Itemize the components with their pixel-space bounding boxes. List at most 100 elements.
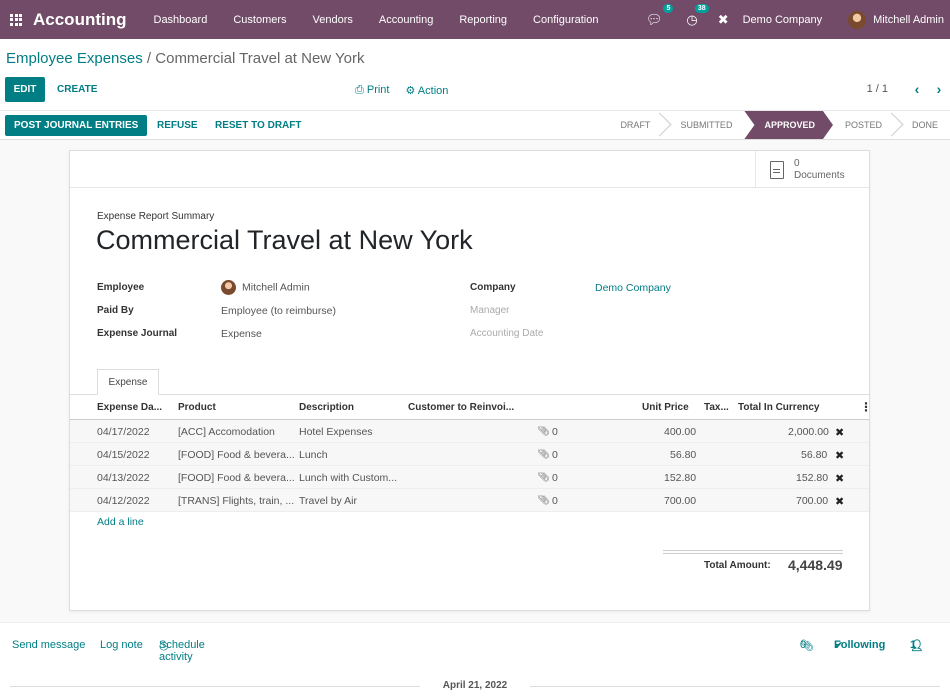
reset-to-draft-button[interactable]: RESET TO DRAFT [215,120,301,131]
chat-icon: 💬︎ [645,11,663,27]
menu-vendors[interactable]: Vendors [300,14,366,26]
table-row[interactable]: 04/13/2022 [FOOD] Food & bevera... Lunch… [70,466,869,489]
employee-value: Mitchell Admin [242,281,310,294]
delete-row-icon[interactable]: ✖ [835,426,844,439]
add-line-link[interactable]: Add a line [97,516,144,528]
chevron-right-icon[interactable]: › [928,82,950,96]
documents-count: 0 [794,157,800,169]
col-description[interactable]: Description [299,402,354,413]
breadcrumb-parent[interactable]: Employee Expenses [6,50,143,67]
user-menu[interactable]: Mitchell Admin [848,10,944,29]
activities-button[interactable]: ◷ 38 [686,3,709,28]
pager: 1 / 1 ‹ › [867,82,950,96]
row-product: [FOOD] Food & bevera... [178,449,295,461]
print-label: Print [366,84,390,96]
menu-customers[interactable]: Customers [220,14,299,26]
paperclip-icon[interactable]: 📎︎ [537,472,550,483]
stage-draft[interactable]: DRAFT [608,111,662,139]
breadcrumb-current: Commercial Travel at New York [155,50,365,67]
expense-journal-field[interactable]: Expense [221,328,262,340]
row-total: 700.00 [796,495,829,507]
edit-button[interactable]: EDIT [5,77,45,102]
schedule-activity-label: Schedule activity [159,639,205,663]
paid-by-field[interactable]: Employee (to reimburse) [221,305,336,317]
table-row[interactable]: 04/17/2022 [ACC] Accomodation Hotel Expe… [70,420,869,443]
employee-field[interactable]: Mitchell Admin [221,280,310,295]
stage-done[interactable]: DONE [894,111,950,139]
status-bar: POST JOURNAL ENTRIES REFUSE RESET TO DRA… [0,111,950,140]
row-attachments: 0 [552,495,558,507]
post-journal-entries-button[interactable]: POST JOURNAL ENTRIES [5,115,148,136]
table-row[interactable]: 04/15/2022 [FOOD] Food & bevera... Lunch… [70,443,869,466]
action-label: Action [417,85,449,97]
button-box: 0 Documents [70,151,869,188]
menu-dashboard[interactable]: Dashboard [141,14,221,26]
chevron-left-icon[interactable]: ‹ [906,82,928,96]
clock-icon: ◷ [686,11,698,27]
row-description: Travel by Air [299,495,357,507]
print-button[interactable]: ⎙ Print [355,84,389,97]
menu-accounting[interactable]: Accounting [366,14,446,26]
record-title[interactable]: Commercial Travel at New York [96,225,473,256]
summary-label: Expense Report Summary [97,211,215,222]
col-unit-price[interactable]: Unit Price [642,402,689,413]
manager-label: Manager [470,305,510,316]
col-customer-reinvoice[interactable]: Customer to Reinvoi... [408,402,514,413]
row-total: 56.80 [801,449,828,461]
row-date: 04/17/2022 [97,426,150,438]
row-unit-price: 152.80 [664,472,697,484]
stage-posted[interactable]: POSTED [833,111,894,139]
col-total-currency[interactable]: Total In Currency [738,402,820,413]
company-switcher[interactable]: Demo Company [743,14,822,26]
col-expense-date[interactable]: Expense Da... [97,402,169,413]
paperclip-icon[interactable]: 📎︎ [537,426,550,437]
column-options-icon[interactable]: ⋮ [860,400,872,414]
documents-button[interactable]: 0 Documents [755,151,869,188]
delete-row-icon[interactable]: ✖ [835,495,844,508]
action-button[interactable]: ⚙ Action [405,84,448,97]
row-unit-price: 56.80 [670,449,697,461]
debug-tools-button[interactable]: ✖ [718,12,729,28]
menu-reporting[interactable]: Reporting [446,14,520,26]
company-field[interactable]: Demo Company [595,282,671,294]
delete-row-icon[interactable]: ✖ [835,449,844,462]
breadcrumb: Employee Expenses / Commercial Travel at… [6,50,365,67]
col-product[interactable]: Product [178,402,216,413]
table-row[interactable]: 04/12/2022 [TRANS] Flights, train, ... T… [70,489,869,512]
stage-submitted[interactable]: SUBMITTED [662,111,744,139]
messages-button[interactable]: 💬︎ 5 [645,3,674,28]
control-panel: Employee Expenses / Commercial Travel at… [0,39,950,111]
log-note-button[interactable]: Log note [100,639,143,651]
row-attachments: 0 [552,426,558,438]
form-sheet: 0 Documents Expense Report Summary Comme… [69,150,872,611]
app-title[interactable]: Accounting [33,10,127,30]
total-amount-label: Total Amount: [704,560,771,571]
create-button[interactable]: CREATE [57,84,97,95]
document-icon [770,160,784,179]
refuse-button[interactable]: REFUSE [157,120,198,131]
row-product: [ACC] Accomodation [178,426,275,438]
tab-expense[interactable]: Expense [97,369,159,395]
row-date: 04/15/2022 [97,449,150,461]
apps-grid-icon [10,13,22,26]
employee-label: Employee [97,282,145,293]
delete-row-icon[interactable]: ✖ [835,472,844,485]
total-divider [663,550,843,554]
pager-value[interactable]: 1 / 1 [867,83,888,95]
col-taxes[interactable]: Tax... [704,402,729,413]
user-name: Mitchell Admin [873,13,944,26]
documents-label: Documents [794,169,845,181]
accounting-date-label: Accounting Date [470,328,544,339]
row-date: 04/12/2022 [97,495,150,507]
paperclip-icon[interactable]: 📎︎ [537,495,550,506]
messages-badge: 5 [663,3,674,13]
total-amount-value: 4,448.49 [788,557,843,573]
print-icon: ⎙ [355,84,367,96]
stage-approved[interactable]: APPROVED [744,111,833,139]
row-product: [FOOD] Food & bevera... [178,472,295,484]
apps-menu-button[interactable] [2,0,30,39]
menu-configuration[interactable]: Configuration [520,14,611,26]
paid-by-label: Paid By [97,305,134,316]
paperclip-icon[interactable]: 📎︎ [537,449,550,460]
send-message-button[interactable]: Send message [12,639,85,651]
